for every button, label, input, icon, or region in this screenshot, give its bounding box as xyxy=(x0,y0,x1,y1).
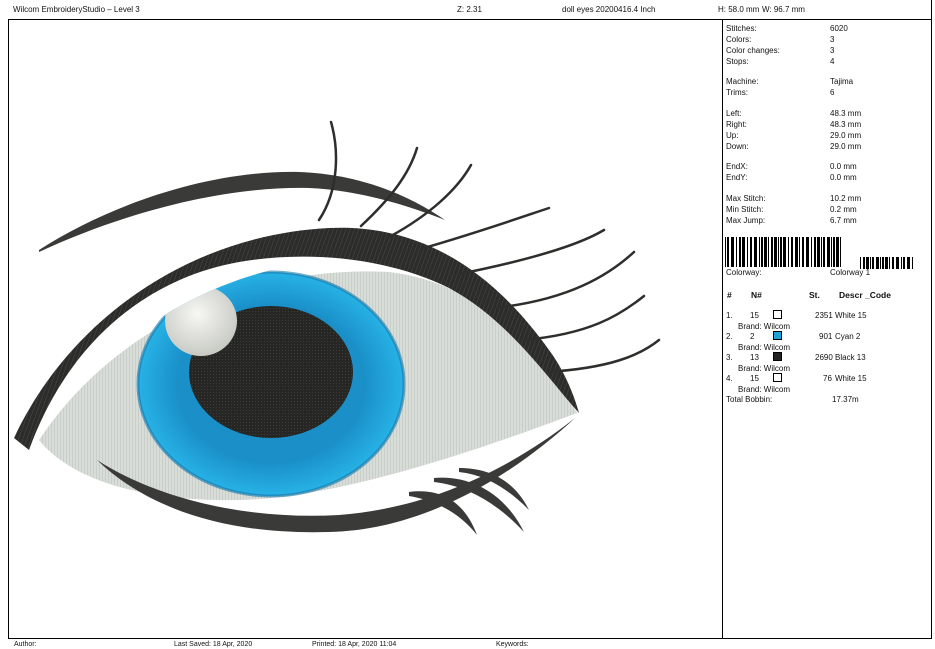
stat-endx: EndX: 0.0 mm xyxy=(726,162,857,171)
color-swatch xyxy=(773,352,782,361)
color-row[interactable]: 3. 13 2690 Black 13 Brand: Wilcom xyxy=(723,352,935,375)
stat-color-changes: Color changes: 3 xyxy=(726,46,835,55)
color-swatch xyxy=(773,310,782,319)
footer-printed: Printed: 18 Apr, 2020 11:04 xyxy=(312,641,397,648)
design-width: W: 96.7 mm xyxy=(762,5,805,14)
footer-author: Author: xyxy=(14,641,37,648)
stat-max-stitch: Max Stitch: 10.2 mm xyxy=(726,194,862,203)
app-title: Wilcom EmbroideryStudio – Level 3 xyxy=(13,5,140,14)
footer-keywords: Keywords: xyxy=(496,641,529,648)
design-name: doll eyes 20200416.4 Inch xyxy=(562,5,656,14)
stat-endy: EndY: 0.0 mm xyxy=(726,173,857,182)
color-row[interactable]: 4. 15 76 White 15 Brand: Wilcom xyxy=(723,373,935,396)
color-swatch xyxy=(773,373,782,382)
stat-trims: Trims: 6 xyxy=(726,88,835,97)
zoom-readout: Z: 2.31 xyxy=(457,5,482,14)
eye-embroidery-design xyxy=(14,120,661,535)
stat-down: Down: 29.0 mm xyxy=(726,142,862,151)
stat-stops: Stops: 4 xyxy=(726,57,835,66)
catchlight xyxy=(165,286,237,356)
design-height: H: 58.0 mm xyxy=(718,5,760,14)
print-preview-page: Wilcom EmbroideryStudio – Level 3 Z: 2.3… xyxy=(0,0,935,649)
design-info-panel: Stitches: 6020 Colors: 3 Color changes: 3 S… xyxy=(723,20,935,638)
color-swatch xyxy=(773,331,782,340)
stat-colors: Colors: 3 xyxy=(726,35,835,44)
stat-left: Left: 48.3 mm xyxy=(726,109,862,118)
header-bar: Wilcom EmbroideryStudio – Level 3 Z: 2.3… xyxy=(0,0,935,18)
stat-max-jump: Max Jump: 6.7 mm xyxy=(726,216,857,225)
footer-bar: Author: Last Saved: 18 Apr, 2020 Printed… xyxy=(0,639,935,649)
stat-up: Up: 29.0 mm xyxy=(726,131,862,140)
color-table-header: # N# St. Descr _Code xyxy=(727,290,891,300)
stat-min-stitch: Min Stitch: 0.2 mm xyxy=(726,205,857,214)
footer-last-saved: Last Saved: 18 Apr, 2020 xyxy=(174,641,253,648)
stat-machine: Machine: Tajima xyxy=(726,77,854,86)
stat-stitches: Stitches: 6020 xyxy=(726,24,848,33)
total-bobbin: Total Bobbin: 17.37m xyxy=(726,395,859,404)
color-row[interactable]: 2. 2 901 Cyan 2 Brand: Wilcom xyxy=(723,331,935,354)
colorway-row: Colorway: Colorway 1 xyxy=(726,268,871,277)
stat-right: Right: 48.3 mm xyxy=(726,120,862,129)
color-row[interactable]: 1. 15 2351 White 15 Brand: Wilcom xyxy=(723,310,935,333)
design-canvas[interactable] xyxy=(9,20,721,638)
